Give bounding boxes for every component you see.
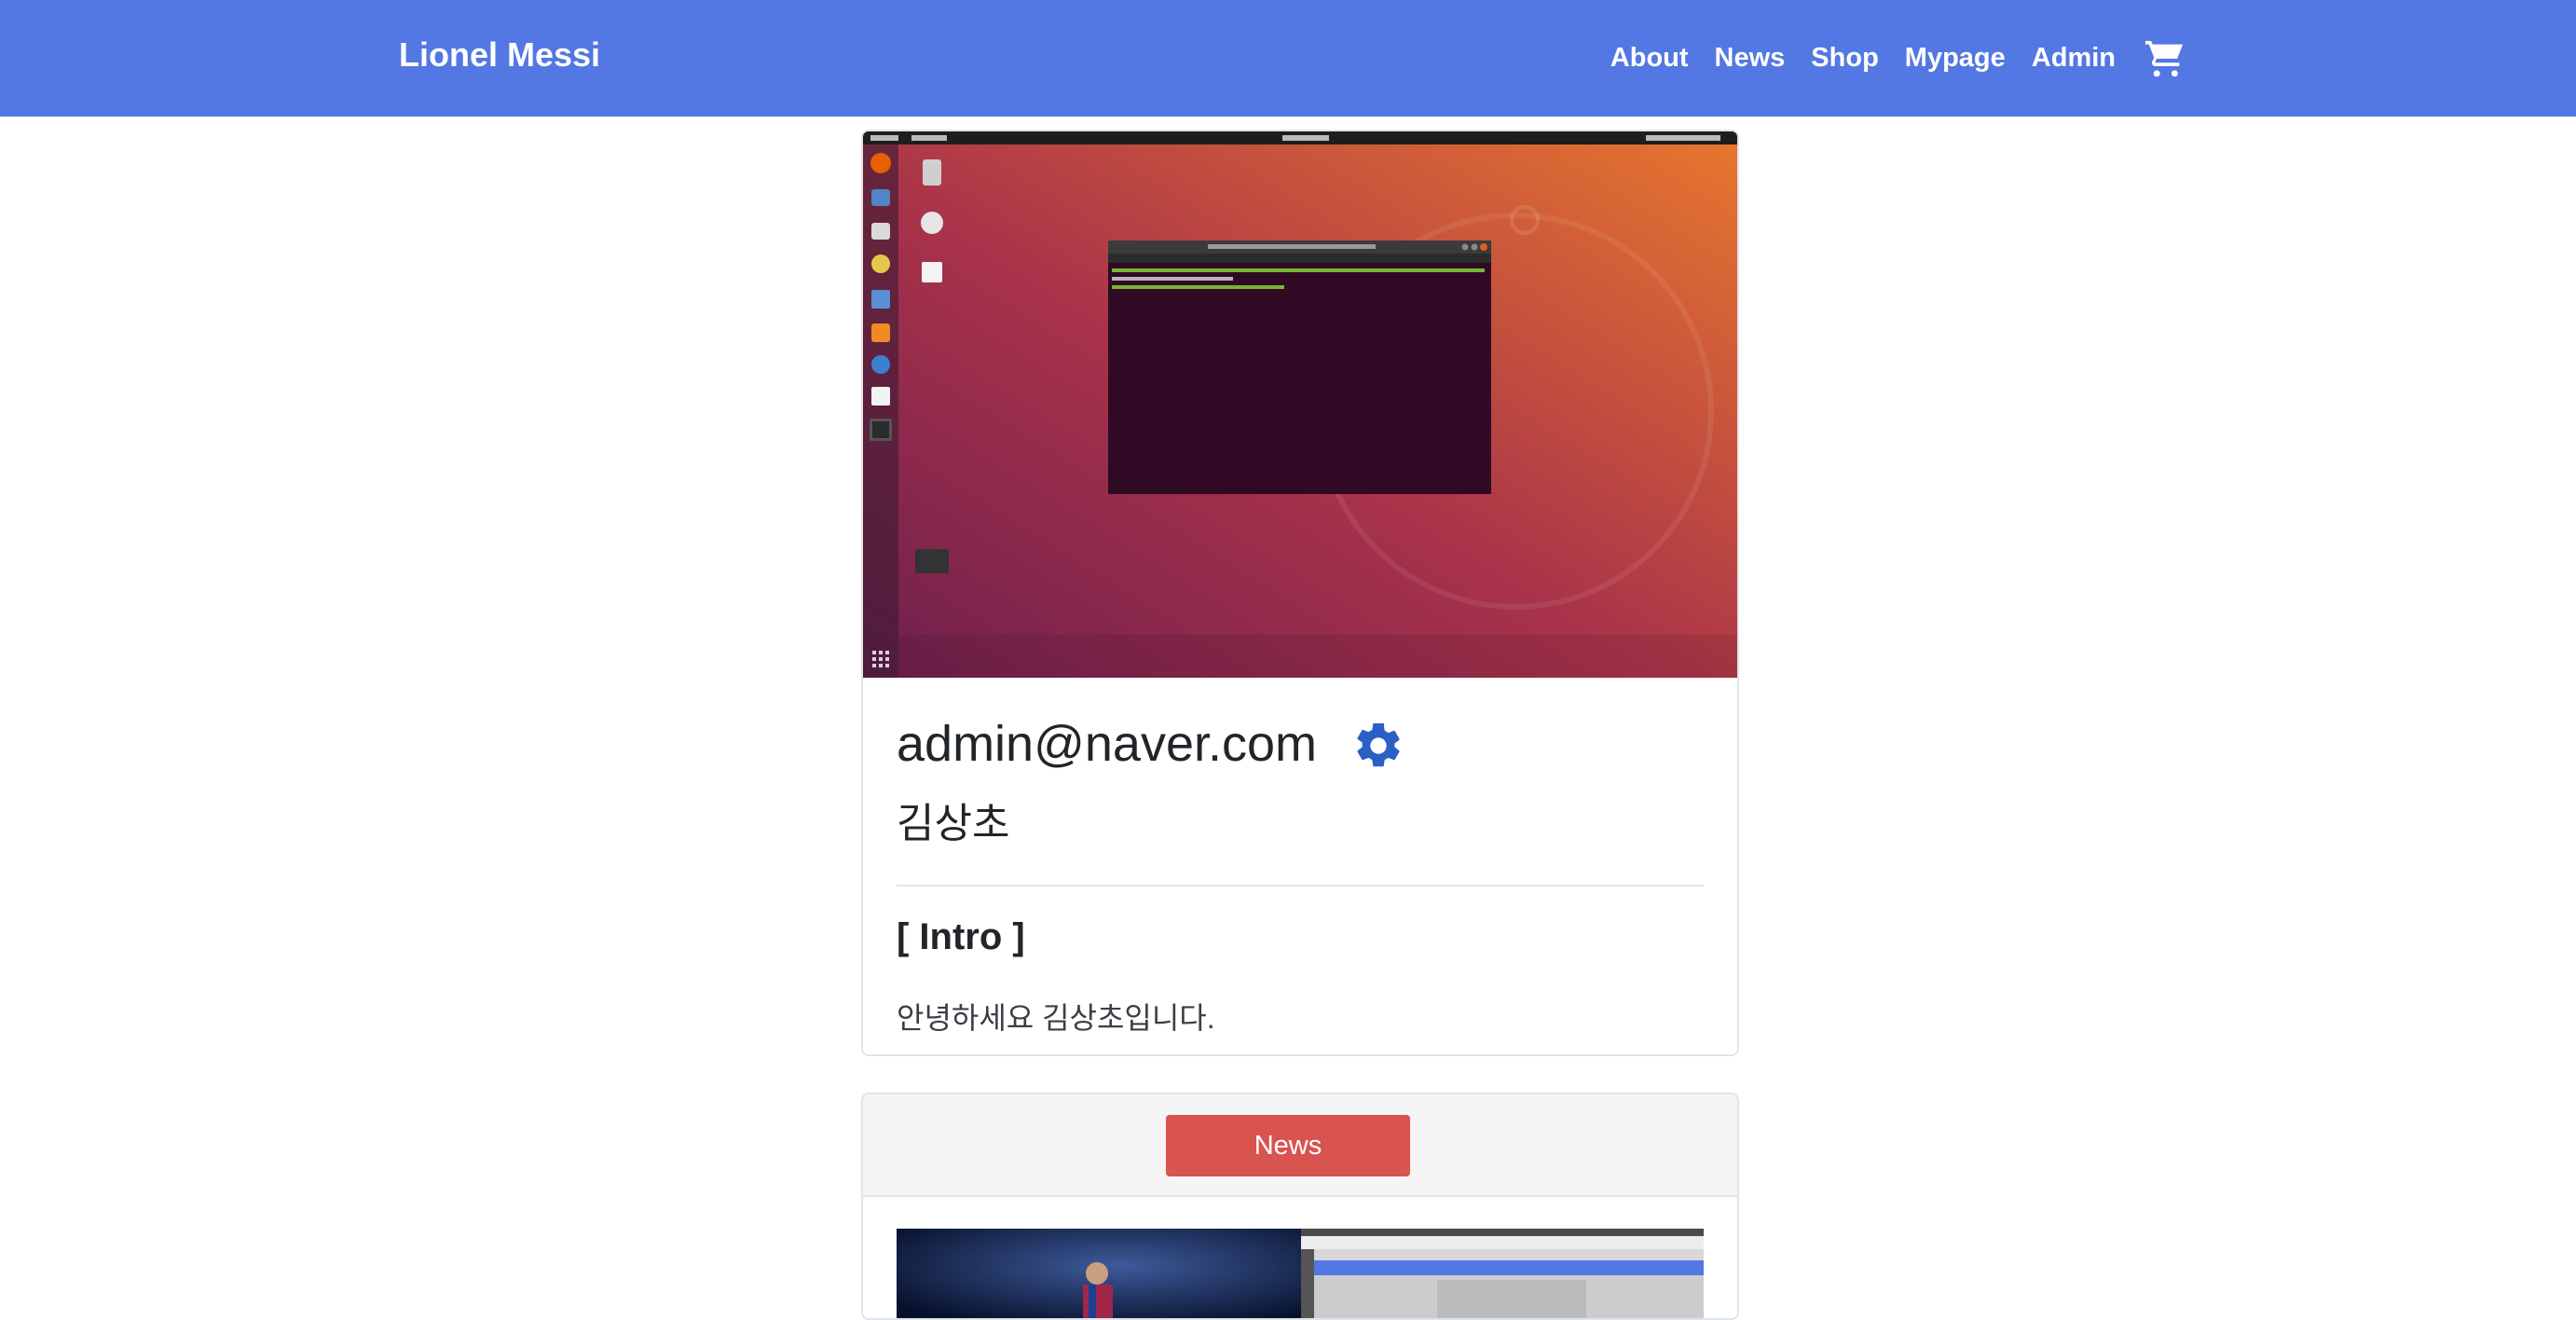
profile-card: admin@naver.com 김상초 [ Intro ] 안녕하세요 김상초입… [861, 130, 1739, 1056]
news-button[interactable]: News [1166, 1115, 1410, 1176]
brand-title[interactable]: Lionel Messi [399, 35, 600, 75]
top-navbar: Lionel Messi About News Shop Mypage Admi… [0, 0, 2576, 117]
news-thumbnails [897, 1229, 1704, 1318]
nav-admin-link[interactable]: Admin [2032, 43, 2116, 74]
news-card: News [861, 1093, 1739, 1320]
divider [897, 885, 1704, 887]
nav-about-link[interactable]: About [1610, 43, 1689, 74]
nav-links: About News Shop Mypage Admin [1584, 0, 2186, 117]
intro-heading: [ Intro ] [897, 916, 1025, 957]
gear-icon[interactable] [1351, 719, 1405, 773]
profile-image [863, 131, 1737, 678]
intro-text: 안녕하세요 김상초입니다. [897, 1001, 1215, 1035]
profile-name: 김상초 [897, 801, 1010, 846]
shopping-cart-icon[interactable] [2144, 37, 2186, 80]
nav-mypage-link[interactable]: Mypage [1905, 43, 2006, 74]
profile-email: admin@naver.com [897, 716, 1318, 772]
news-card-header: News [863, 1094, 1737, 1197]
nav-shop-link[interactable]: Shop [1811, 43, 1879, 74]
nav-news-link[interactable]: News [1715, 43, 1786, 74]
